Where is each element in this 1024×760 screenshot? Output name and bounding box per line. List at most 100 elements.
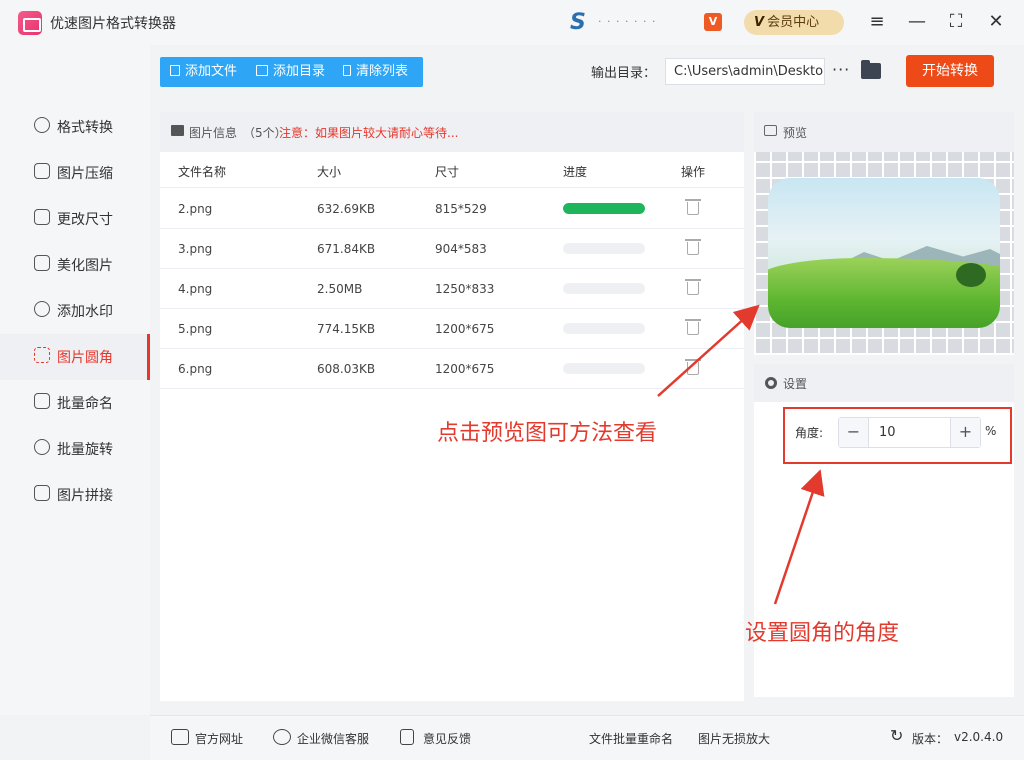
delete-trash-icon[interactable]	[685, 279, 701, 295]
feedback-link[interactable]: 意见反馈	[423, 730, 471, 747]
file-list-panel: 图片信息 （5个） 注意：如果图片较大请耐心等待... 文件名称 大小 尺寸 进…	[160, 112, 744, 701]
settings-header: 设置	[754, 364, 1014, 402]
cell-name: 2.png	[178, 202, 213, 216]
delete-trash-icon[interactable]	[685, 239, 701, 255]
brand-name: · · · · · · ·	[598, 15, 657, 28]
rename-icon	[34, 393, 50, 409]
table-row[interactable]: 4.png 2.50MB 1250*833	[160, 269, 744, 309]
wechat-support-link[interactable]: 企业微信客服	[297, 730, 369, 747]
version-number: v2.0.4.0	[954, 730, 1004, 744]
wechat-icon	[273, 729, 291, 745]
sidebar-item-label: 美化图片	[57, 258, 113, 274]
delete-trash-icon[interactable]	[685, 359, 701, 375]
file-icon	[170, 65, 180, 76]
lossless-zoom-link[interactable]: 图片无损放大	[698, 730, 770, 747]
progress-bar	[563, 363, 645, 374]
start-convert-button[interactable]: 开始转换	[906, 55, 994, 87]
table-row[interactable]: 3.png 671.84KB 904*583	[160, 229, 744, 269]
watermark-icon	[34, 301, 50, 317]
settings-title: 设置	[783, 377, 808, 391]
sidebar-item-format-convert[interactable]: 格式转换	[0, 104, 150, 150]
column-header-size: 大小	[317, 165, 342, 179]
column-header-progress: 进度	[563, 165, 588, 179]
delete-trash-icon[interactable]	[685, 199, 701, 215]
cell-name: 5.png	[178, 322, 213, 336]
wait-notice: 注意：如果图片较大请耐心等待...	[279, 126, 459, 140]
sidebar-item-beautify[interactable]: 美化图片	[0, 242, 150, 288]
maximize-icon[interactable]: ⛶	[944, 10, 968, 34]
preview-header: 预览	[754, 112, 1014, 152]
add-folder-button[interactable]: 添加目录	[256, 57, 325, 87]
title-bar: 优速图片格式转换器 S · · · · · · · V V 会员中心 ≡ — ⛶ …	[0, 0, 1024, 45]
sidebar-item-label: 添加水印	[57, 304, 113, 320]
member-center-button[interactable]: V 会员中心	[744, 10, 844, 35]
preview-image[interactable]	[768, 178, 1000, 328]
gear-icon	[765, 377, 777, 389]
app-title: 优速图片格式转换器	[50, 16, 176, 32]
official-website-link[interactable]: 官方网址	[195, 730, 243, 747]
cell-size: 2.50MB	[317, 282, 363, 296]
beautify-icon	[34, 255, 50, 271]
brand-vip-badge[interactable]: V	[704, 13, 722, 31]
cell-dims: 1250*833	[435, 282, 495, 296]
preview-canvas	[754, 152, 1014, 355]
preview-title: 预览	[783, 126, 808, 140]
sidebar-item-label: 更改尺寸	[57, 212, 113, 228]
add-file-label: 添加文件	[185, 64, 238, 79]
sidebar-item-label: 格式转换	[57, 120, 113, 136]
image-icon	[171, 125, 184, 136]
trash-icon	[343, 65, 351, 76]
folder-outline-icon	[256, 65, 268, 76]
preview-hint-annotation: 点击预览图可方法查看	[437, 421, 658, 446]
cell-size: 632.69KB	[317, 202, 376, 216]
vip-icon: V	[754, 15, 765, 30]
rotate-icon	[34, 439, 50, 455]
angle-highlight-box	[783, 407, 1012, 464]
column-header-dims: 尺寸	[435, 165, 460, 179]
cell-size: 671.84KB	[317, 242, 376, 256]
cell-dims: 815*529	[435, 202, 487, 216]
menu-icon[interactable]: ≡	[865, 10, 889, 34]
progress-bar	[563, 283, 645, 294]
format-convert-icon	[34, 117, 50, 133]
progress-bar	[563, 323, 645, 334]
preview-icon	[764, 125, 777, 136]
column-header-action: 操作	[681, 165, 706, 179]
sidebar-item-label: 图片拼接	[57, 488, 113, 504]
app-logo-icon	[18, 11, 42, 35]
sidebar-item-stitch[interactable]: 图片拼接	[0, 472, 150, 518]
batch-rename-link[interactable]: 文件批量重命名	[589, 730, 673, 747]
add-folder-label: 添加目录	[273, 64, 326, 79]
file-panel-title: 图片信息	[189, 126, 238, 140]
refresh-icon[interactable]: ↻	[890, 726, 903, 745]
progress-fill	[563, 203, 645, 214]
clear-list-button[interactable]: 清除列表	[343, 57, 408, 87]
output-dir-label: 输出目录：	[591, 66, 657, 81]
cell-name: 4.png	[178, 282, 213, 296]
sidebar-item-resize[interactable]: 更改尺寸	[0, 196, 150, 242]
file-panel-header: 图片信息 （5个） 注意：如果图片较大请耐心等待...	[160, 112, 744, 152]
output-path-field[interactable]: C:\Users\admin\Deskto	[665, 58, 825, 85]
cell-name: 6.png	[178, 362, 213, 376]
sidebar-item-label: 批量命名	[57, 396, 113, 412]
feedback-icon	[400, 729, 414, 745]
sidebar-item-compress[interactable]: 图片压缩	[0, 150, 150, 196]
cell-name: 3.png	[178, 242, 213, 256]
table-row[interactable]: 6.png 608.03KB 1200*675	[160, 349, 744, 389]
sidebar-item-watermark[interactable]: 添加水印	[0, 288, 150, 334]
add-file-button[interactable]: 添加文件	[170, 57, 237, 87]
sidebar-item-rename[interactable]: 批量命名	[0, 380, 150, 426]
close-icon[interactable]: ✕	[984, 10, 1008, 34]
progress-bar	[563, 243, 645, 254]
cell-dims: 1200*675	[435, 362, 495, 376]
table-row[interactable]: 5.png 774.15KB 1200*675	[160, 309, 744, 349]
delete-trash-icon[interactable]	[685, 319, 701, 335]
sidebar-item-label: 批量旋转	[57, 442, 113, 458]
open-folder-icon[interactable]	[861, 60, 881, 79]
browse-more-button[interactable]: ···	[832, 60, 850, 79]
table-row[interactable]: 2.png 632.69KB 815*529	[160, 189, 744, 229]
sidebar-item-round-corner[interactable]: 图片圆角	[0, 334, 150, 380]
sidebar-item-rotate[interactable]: 批量旋转	[0, 426, 150, 472]
minimize-icon[interactable]: —	[905, 10, 929, 34]
website-icon	[171, 729, 189, 745]
